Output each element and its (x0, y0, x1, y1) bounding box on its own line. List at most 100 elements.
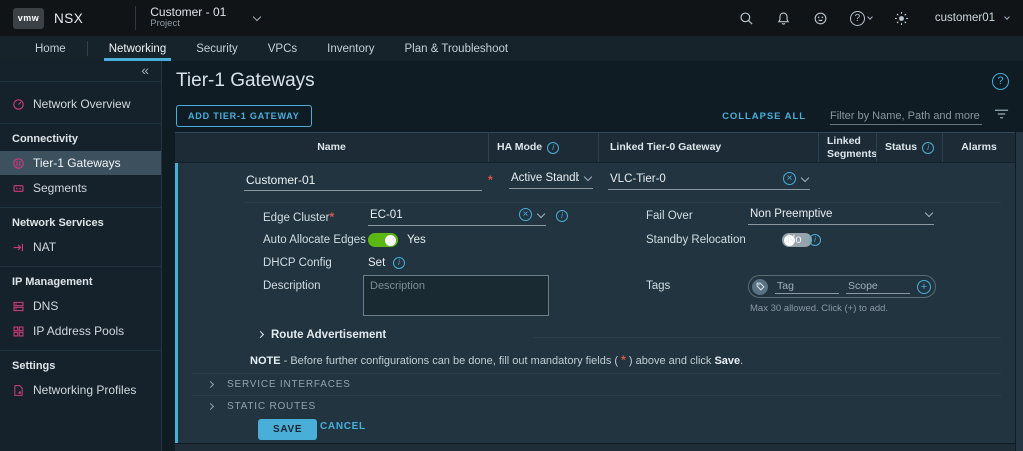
notifications-bell-icon[interactable] (776, 11, 791, 26)
tier1-gateway-edit-form: * Active Standby VLC-Tier-0 Edge Cluster… (175, 163, 1015, 443)
service-interfaces-chevron-icon (207, 380, 214, 387)
tag-icon (752, 279, 768, 295)
tab-vpcs[interactable]: VPCs (253, 36, 312, 61)
clear-edge-cluster-icon[interactable] (519, 208, 532, 221)
segments-icon (12, 182, 25, 195)
standby-relocation-info-icon[interactable] (809, 234, 821, 246)
vmware-logo: vmw (13, 8, 44, 29)
filter-funnel-icon[interactable] (994, 107, 1009, 125)
dhcp-config-value[interactable]: Set (368, 257, 385, 269)
edge-cluster-select[interactable]: EC-01 (368, 206, 546, 226)
linked-tier0-select[interactable]: VLC-Tier-0 (608, 170, 810, 190)
scope-input[interactable] (846, 279, 910, 294)
cancel-button[interactable]: CANCEL (320, 421, 366, 432)
column-header-status[interactable]: Status (876, 133, 942, 162)
static-routes-chevron-icon (207, 402, 214, 409)
dhcp-config-info-icon[interactable] (393, 257, 405, 269)
clear-tier0-icon[interactable] (783, 172, 796, 185)
sidebar-item-nat[interactable]: NAT (0, 235, 161, 259)
tier0-chevron-down-icon (801, 173, 809, 181)
status-info-icon[interactable] (922, 142, 934, 154)
ha-mode-info-icon[interactable] (547, 142, 559, 154)
help-menu[interactable] (850, 11, 872, 26)
page-title: Tier-1 Gateways (176, 70, 315, 92)
sidebar: Network Overview Connectivity Tier-1 Gat… (0, 61, 162, 451)
user-menu[interactable]: customer01 (935, 12, 1009, 24)
feedback-smiley-icon[interactable] (813, 11, 828, 26)
tab-inventory[interactable]: Inventory (312, 36, 389, 61)
project-selector[interactable]: Customer - 01 Project (150, 6, 226, 31)
standby-relocation-label: Standby Relocation (646, 234, 746, 246)
tab-plan-troubleshoot[interactable]: Plan & Troubleshoot (389, 36, 523, 61)
filter-input[interactable] (830, 108, 982, 125)
ip-address-pools-icon (12, 325, 25, 338)
sidebar-header-ip-management: IP Management (0, 267, 161, 293)
sidebar-header-settings: Settings (0, 351, 161, 377)
gateway-name-input[interactable] (244, 171, 482, 191)
dhcp-config-label: DHCP Config (263, 257, 332, 269)
tier1-gateway-icon (12, 157, 25, 170)
sidebar-item-label: NAT (33, 240, 56, 254)
tab-networking[interactable]: Networking (94, 36, 182, 61)
dns-server-icon (12, 300, 25, 313)
scrollbar-track[interactable] (1016, 132, 1023, 451)
main-content: Tier-1 Gateways ADD TIER-1 GATEWAY COLLA… (162, 61, 1023, 451)
sidebar-item-networking-profiles[interactable]: Networking Profiles (0, 378, 161, 402)
description-textarea[interactable] (363, 275, 549, 316)
tab-home[interactable]: Home (20, 36, 81, 61)
route-advertisement-divider (533, 337, 1001, 338)
route-advertisement-section[interactable]: Route Advertisement (258, 329, 386, 341)
sidebar-item-dns[interactable]: DNS (0, 294, 161, 318)
sidebar-header-connectivity: Connectivity (0, 124, 161, 150)
sidebar-header-network-services: Network Services (0, 208, 161, 234)
user-chevron-down-icon (1004, 14, 1010, 20)
sidebar-item-segments[interactable]: Segments (0, 176, 161, 200)
note-text: NOTE - Before further configurations can… (250, 353, 743, 367)
auto-allocate-value: Yes (407, 234, 426, 246)
route-advertisement-chevron-icon (257, 331, 264, 338)
fail-over-chevron-down-icon (925, 209, 933, 217)
add-tier1-gateway-button[interactable]: ADD TIER-1 GATEWAY (176, 105, 312, 127)
page-help-icon[interactable] (992, 71, 1009, 90)
help-icon (850, 11, 865, 26)
add-tag-plus-icon[interactable] (917, 280, 931, 294)
sidebar-item-tier1-gateways[interactable]: Tier-1 Gateways (0, 151, 161, 175)
column-header-linked-tier0[interactable]: Linked Tier-0 Gateway (598, 133, 818, 162)
collapse-sidebar-icon[interactable] (141, 62, 149, 78)
edge-cluster-chevron-down-icon (537, 209, 545, 217)
project-chevron-down-icon[interactable] (253, 12, 261, 20)
sidebar-item-label: Networking Profiles (33, 383, 136, 397)
theme-sun-icon[interactable] (894, 11, 909, 26)
product-name: NSX (54, 11, 83, 26)
nat-arrow-icon (12, 241, 25, 254)
search-icon[interactable] (739, 11, 754, 26)
ha-mode-select[interactable]: Active Standby (509, 170, 593, 189)
name-required-marker: * (488, 173, 493, 187)
tab-security[interactable]: Security (181, 36, 253, 61)
sidebar-item-label: Network Overview (33, 97, 130, 111)
fail-over-select[interactable]: Non Preemptive (748, 206, 934, 225)
collapse-all-link[interactable]: COLLAPSE ALL (722, 111, 806, 122)
description-label: Description (263, 280, 321, 292)
tags-help-text: Max 30 allowed. Click (+) to add. (750, 303, 888, 314)
static-routes-section[interactable]: STATIC ROUTES (208, 401, 316, 412)
edge-cluster-info-icon[interactable] (556, 210, 568, 222)
next-table-row-strip (175, 444, 1015, 451)
vmware-logo-text: vmw (18, 13, 40, 23)
fail-over-label: Fail Over (646, 210, 693, 222)
sidebar-item-network-overview[interactable]: Network Overview (0, 92, 161, 116)
auto-allocate-toggle[interactable] (368, 233, 398, 247)
sidebar-item-ip-address-pools[interactable]: IP Address Pools (0, 319, 161, 343)
network-overview-gauge-icon (12, 98, 25, 111)
column-header-name[interactable]: Name (175, 133, 488, 162)
auto-allocate-edges-label: Auto Allocate Edges (263, 234, 366, 246)
column-header-ha-mode[interactable]: HA Mode (488, 133, 598, 162)
edge-cluster-label: Edge Cluster* (263, 210, 334, 224)
standby-relocation-value: No (787, 234, 802, 246)
column-header-linked-segments[interactable]: Linked Segments (818, 133, 876, 162)
save-button[interactable]: SAVE (258, 419, 317, 440)
tag-input[interactable] (775, 279, 839, 294)
project-name: Customer - 01 (150, 6, 226, 20)
column-header-alarms[interactable]: Alarms (942, 133, 1015, 162)
service-interfaces-section[interactable]: SERVICE INTERFACES (208, 379, 351, 390)
